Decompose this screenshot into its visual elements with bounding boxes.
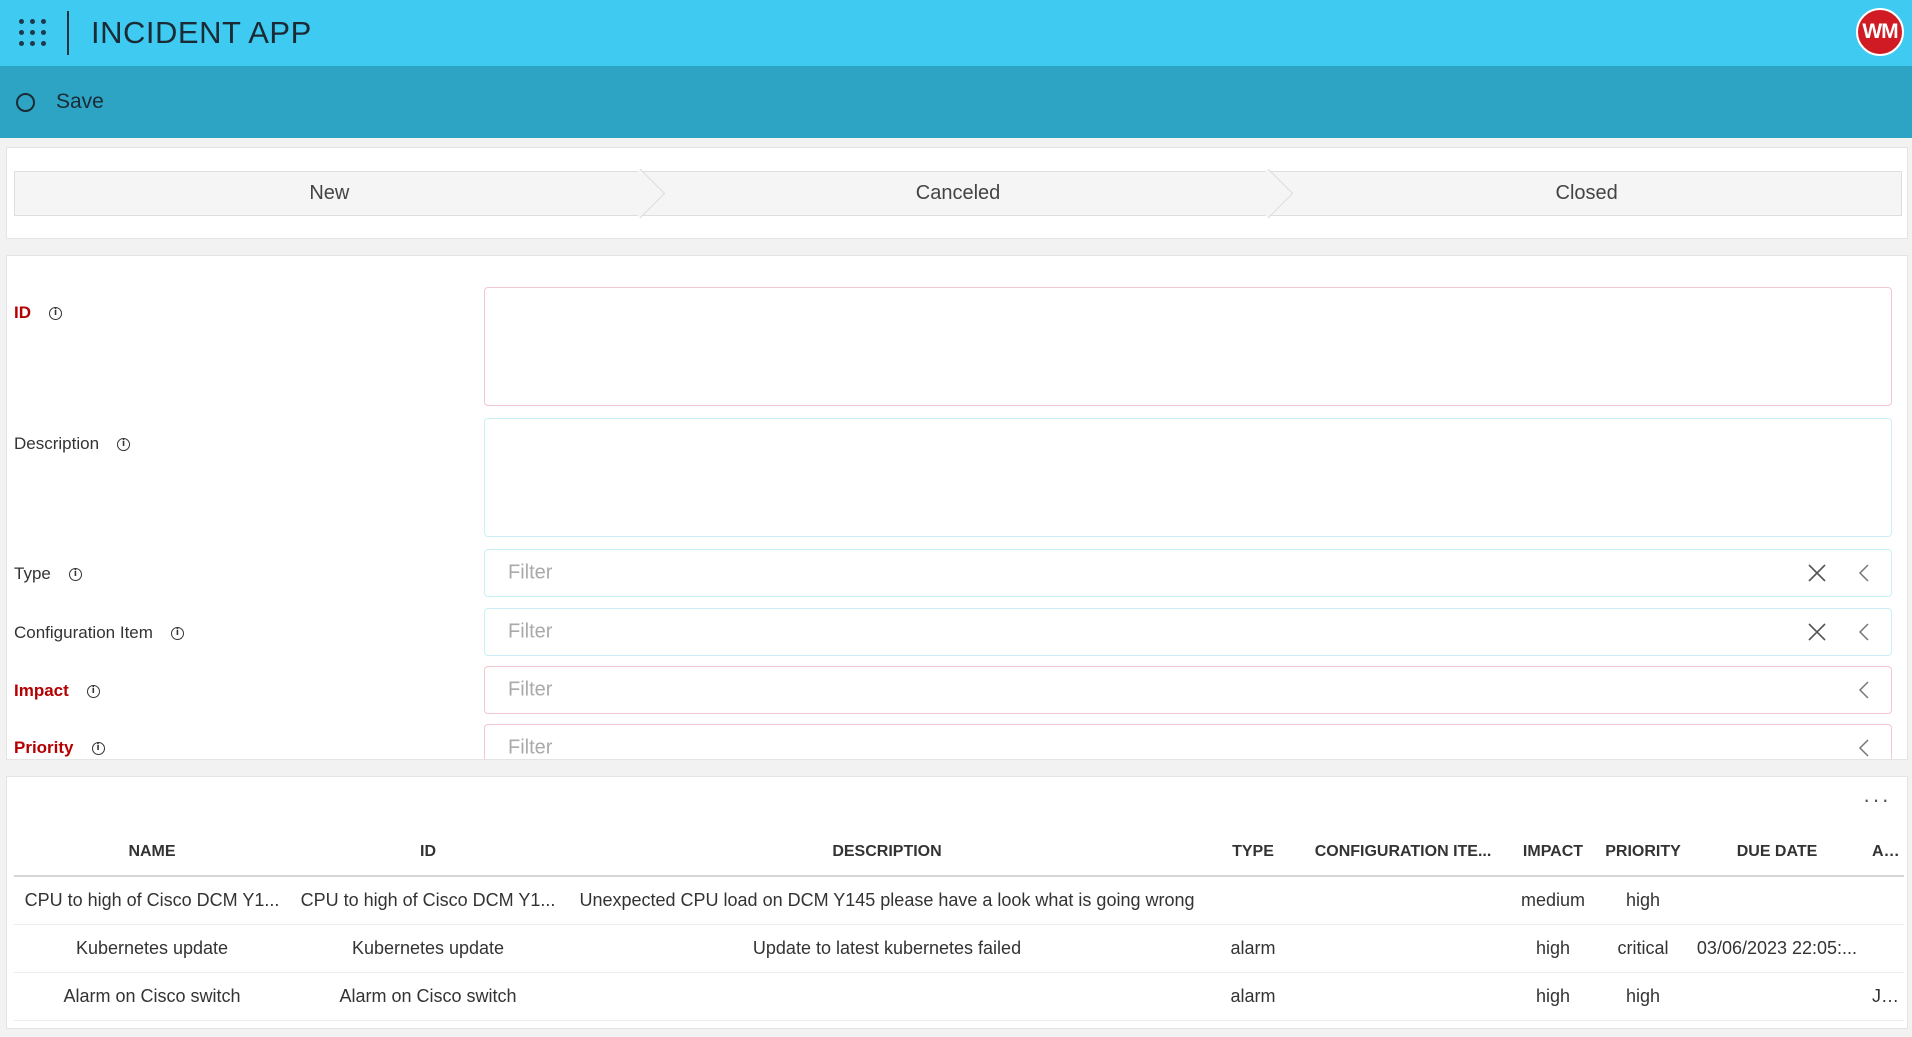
status-panel: New Canceled Closed bbox=[6, 147, 1908, 239]
table-row[interactable]: Kubernetes update Kubernetes update Upda… bbox=[14, 925, 1904, 973]
status-progress-bar: New Canceled Closed bbox=[14, 171, 1902, 216]
impact-placeholder: Filter bbox=[508, 678, 553, 701]
priority-placeholder: Filter bbox=[508, 736, 553, 759]
column-header-priority[interactable]: PRIORITY bbox=[1598, 843, 1688, 861]
priority-select[interactable]: Filter bbox=[484, 724, 1892, 759]
priority-label: Priority i bbox=[14, 738, 105, 758]
cell-name: Alarm on Cisco switch bbox=[63, 986, 241, 1006]
config-item-label: Configuration Item i bbox=[14, 623, 184, 643]
id-field[interactable] bbox=[484, 287, 1892, 406]
column-header-name[interactable]: NAME bbox=[14, 843, 290, 861]
clear-icon[interactable] bbox=[1806, 621, 1828, 643]
clear-icon[interactable] bbox=[1806, 562, 1828, 584]
cell-assignee: Joh bbox=[1872, 986, 1902, 1006]
info-icon[interactable]: i bbox=[117, 437, 131, 451]
cell-name: Kubernetes update bbox=[75, 938, 229, 958]
description-field[interactable] bbox=[484, 418, 1892, 537]
incident-table-panel: ··· NAME ID DESCRIPTION TYPE CONFIGURATI… bbox=[6, 776, 1908, 1029]
cell-type: alarm bbox=[1230, 986, 1276, 1006]
info-icon[interactable]: i bbox=[91, 741, 105, 755]
id-label: ID i bbox=[14, 303, 62, 323]
id-label-text: ID bbox=[14, 303, 31, 322]
cell-id: Kubernetes update bbox=[351, 938, 505, 958]
more-options-icon[interactable]: ··· bbox=[1863, 789, 1891, 811]
column-header-type[interactable]: TYPE bbox=[1208, 843, 1298, 861]
action-bar: Save bbox=[0, 66, 1912, 138]
status-step-canceled[interactable]: Canceled bbox=[644, 172, 1273, 215]
column-header-due-date[interactable]: DUE DATE bbox=[1688, 843, 1866, 861]
id-textarea[interactable] bbox=[485, 288, 1891, 405]
config-item-select[interactable]: Filter bbox=[484, 608, 1892, 656]
cell-priority: critical bbox=[1617, 938, 1669, 958]
column-header-id[interactable]: ID bbox=[290, 843, 566, 861]
app-title: INCIDENT APP bbox=[91, 15, 312, 50]
cell-name: CPU to high of Cisco DCM Y1... bbox=[24, 890, 280, 910]
incident-table: NAME ID DESCRIPTION TYPE CONFIGURATION I… bbox=[14, 829, 1904, 1021]
circle-icon bbox=[16, 92, 35, 112]
status-step-new[interactable]: New bbox=[15, 172, 644, 215]
info-icon[interactable]: i bbox=[49, 306, 62, 320]
cell-description: Update to latest kubernetes failed bbox=[752, 938, 1022, 958]
table-row[interactable]: Alarm on Cisco switch Alarm on Cisco swi… bbox=[14, 973, 1904, 1021]
cell-impact: high bbox=[1535, 986, 1571, 1006]
cell-description: Unexpected CPU load on DCM Y145 please h… bbox=[579, 890, 1195, 910]
type-placeholder: Filter bbox=[508, 561, 553, 584]
user-avatar[interactable]: WM bbox=[1856, 8, 1904, 56]
config-item-placeholder: Filter bbox=[508, 620, 553, 643]
impact-label-text: Impact bbox=[14, 681, 69, 700]
column-header-impact[interactable]: IMPACT bbox=[1508, 843, 1598, 861]
table-row[interactable]: CPU to high of Cisco DCM Y1... CPU to hi… bbox=[14, 877, 1904, 925]
priority-label-text: Priority bbox=[14, 738, 74, 757]
chevron-left-icon[interactable] bbox=[1857, 680, 1871, 700]
top-bar: INCIDENT APP WM bbox=[0, 0, 1912, 66]
type-select[interactable]: Filter bbox=[484, 549, 1892, 597]
cell-priority: high bbox=[1625, 986, 1661, 1006]
title-divider bbox=[67, 11, 69, 55]
type-label-text: Type bbox=[14, 564, 51, 583]
table-header: NAME ID DESCRIPTION TYPE CONFIGURATION I… bbox=[14, 829, 1904, 877]
column-header-description[interactable]: DESCRIPTION bbox=[566, 843, 1208, 861]
cell-impact: high bbox=[1535, 938, 1571, 958]
incident-form: ID i Description i Type i Filter Configu… bbox=[6, 255, 1908, 760]
status-step-closed[interactable]: Closed bbox=[1272, 172, 1901, 215]
cell-type: alarm bbox=[1230, 938, 1276, 958]
info-icon[interactable]: i bbox=[86, 684, 100, 698]
description-label: Description i bbox=[14, 434, 131, 454]
cell-due-date: 03/06/2023 22:05:... bbox=[1696, 938, 1858, 958]
chevron-left-icon[interactable] bbox=[1857, 738, 1871, 758]
type-label: Type i bbox=[14, 564, 82, 584]
cell-impact: medium bbox=[1520, 890, 1586, 910]
cell-id: Alarm on Cisco switch bbox=[339, 986, 517, 1006]
app-launcher-icon[interactable] bbox=[19, 19, 47, 47]
cell-id: CPU to high of Cisco DCM Y1... bbox=[300, 890, 556, 910]
save-button[interactable]: Save bbox=[16, 90, 104, 114]
config-item-label-text: Configuration Item bbox=[14, 623, 153, 642]
impact-label: Impact i bbox=[14, 681, 100, 701]
column-header-assignee[interactable]: ASSIG bbox=[1866, 843, 1904, 861]
column-header-configuration-item[interactable]: CONFIGURATION ITE... bbox=[1298, 843, 1508, 861]
info-icon[interactable]: i bbox=[68, 567, 82, 581]
description-textarea[interactable] bbox=[485, 419, 1891, 536]
impact-select[interactable]: Filter bbox=[484, 666, 1892, 714]
chevron-left-icon[interactable] bbox=[1857, 563, 1871, 583]
chevron-left-icon[interactable] bbox=[1857, 622, 1871, 642]
save-label: Save bbox=[56, 90, 104, 113]
info-icon[interactable]: i bbox=[170, 626, 184, 640]
description-label-text: Description bbox=[14, 434, 100, 453]
cell-priority: high bbox=[1625, 890, 1661, 910]
